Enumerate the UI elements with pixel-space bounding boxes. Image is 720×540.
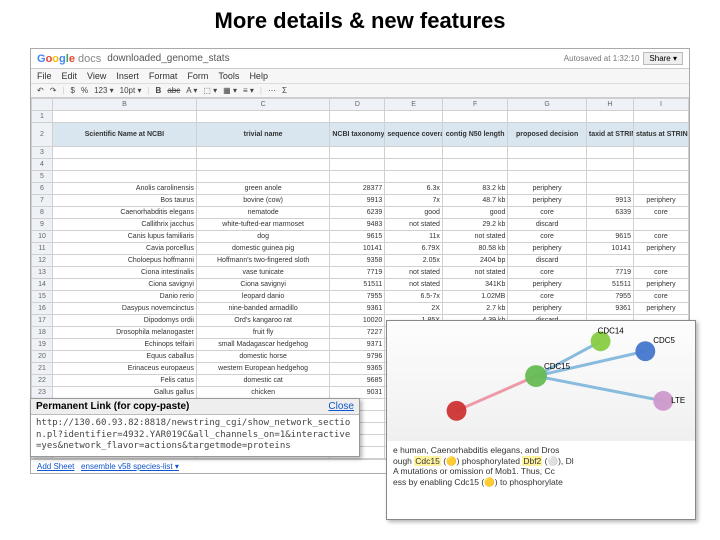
share-button[interactable]: Share ▾: [643, 52, 683, 65]
table-button[interactable]: ▦ ▾: [223, 86, 237, 95]
table-row[interactable]: 2Scientific Name at NCBItrivial nameNCBI…: [32, 123, 689, 147]
percent-icon[interactable]: %: [81, 86, 88, 95]
table-row[interactable]: 11Cavia porcellusdomestic guinea pig1014…: [32, 243, 689, 255]
node-label-lte: LTE: [671, 396, 685, 405]
menubar: File Edit View Insert Format Form Tools …: [31, 69, 689, 84]
menu-insert[interactable]: Insert: [116, 71, 139, 81]
number-format[interactable]: 123 ▾: [94, 86, 114, 95]
popup-title: Permanent Link (for copy-paste): [36, 401, 189, 412]
menu-view[interactable]: View: [87, 71, 106, 81]
redo-icon[interactable]: ↷: [50, 86, 57, 95]
table-row[interactable]: 15Danio rerioleopard danio79556.5-7x1.02…: [32, 291, 689, 303]
sheet-tab[interactable]: ensemble v58 species-list ▾: [81, 462, 179, 471]
autosave-status: Autosaved at 1:32:10: [564, 54, 640, 63]
more-button[interactable]: ⋯: [268, 86, 276, 95]
strike-button[interactable]: abc: [167, 86, 180, 95]
add-sheet-link[interactable]: Add Sheet: [37, 462, 74, 471]
table-row[interactable]: 1: [32, 111, 689, 123]
table-row[interactable]: 16Dasypus novemcinctusnine-banded armadi…: [32, 303, 689, 315]
table-row[interactable]: 5: [32, 171, 689, 183]
network-graph[interactable]: CDC14 CDC5 CDC15 LTE: [387, 321, 695, 441]
node-label-cdc14: CDC14: [598, 326, 625, 335]
menu-file[interactable]: File: [37, 71, 52, 81]
network-text-snippet: e human, Caenorhabditis elegans, and Dro…: [387, 441, 695, 492]
column-headers: BCDEFGHI: [32, 99, 689, 111]
align-button[interactable]: A ▾: [186, 86, 197, 95]
google-docs-logo: Google docs: [37, 53, 101, 65]
close-link[interactable]: Close: [328, 401, 354, 412]
table-row[interactable]: 7Bos taurusbovine (cow)99137x48.7 kbperi…: [32, 195, 689, 207]
table-row[interactable]: 10Canis lupus familiarisdog961511xnot st…: [32, 231, 689, 243]
bold-button[interactable]: B: [156, 86, 162, 95]
table-row[interactable]: 4: [32, 159, 689, 171]
permanent-link-popup: Permanent Link (for copy-paste) Close ht…: [30, 398, 360, 457]
sigma-button[interactable]: Σ: [282, 86, 287, 95]
table-row[interactable]: 3: [32, 147, 689, 159]
menu-help[interactable]: Help: [249, 71, 268, 81]
lines-button[interactable]: ≡ ▾: [243, 86, 254, 95]
table-row[interactable]: 8Caenorhabditis elegansnematode6239goodg…: [32, 207, 689, 219]
table-row[interactable]: 13Ciona intestinalisvase tunicate7719not…: [32, 267, 689, 279]
menu-format[interactable]: Format: [149, 71, 178, 81]
node-label-cdc15: CDC15: [544, 362, 571, 371]
table-row[interactable]: 6Anolis carolinensisgreen anole283776.3x…: [32, 183, 689, 195]
toolbar: ↶ ↷ | $ % 123 ▾ 10pt ▾ | B abc A ▾ ⬚ ▾ ▦…: [31, 84, 689, 98]
font-size[interactable]: 10pt ▾: [120, 86, 142, 95]
table-row[interactable]: 9Callithrix jacchuswhite-tufted-ear marm…: [32, 219, 689, 231]
slide-title: More details & new features: [0, 0, 720, 40]
network-panel: CDC14 CDC5 CDC15 LTE e human, Caenorhabd…: [386, 320, 696, 520]
fill-button[interactable]: ⬚ ▾: [203, 86, 217, 95]
docs-header: Google docs downloaded_genome_stats Auto…: [31, 49, 689, 69]
table-row[interactable]: 14Ciona savignyiCiona savignyi51511not s…: [32, 279, 689, 291]
menu-tools[interactable]: Tools: [218, 71, 239, 81]
currency-icon[interactable]: $: [70, 86, 74, 95]
table-row[interactable]: 12Choloepus hoffmanniHoffmann's two-fing…: [32, 255, 689, 267]
document-title[interactable]: downloaded_genome_stats: [107, 53, 564, 64]
undo-icon[interactable]: ↶: [37, 86, 44, 95]
menu-edit[interactable]: Edit: [62, 71, 78, 81]
node-label-cdc5: CDC5: [653, 336, 675, 345]
menu-form[interactable]: Form: [187, 71, 208, 81]
permanent-link-url[interactable]: http://130.60.93.82:8818/newstring_cgi/s…: [31, 415, 359, 456]
